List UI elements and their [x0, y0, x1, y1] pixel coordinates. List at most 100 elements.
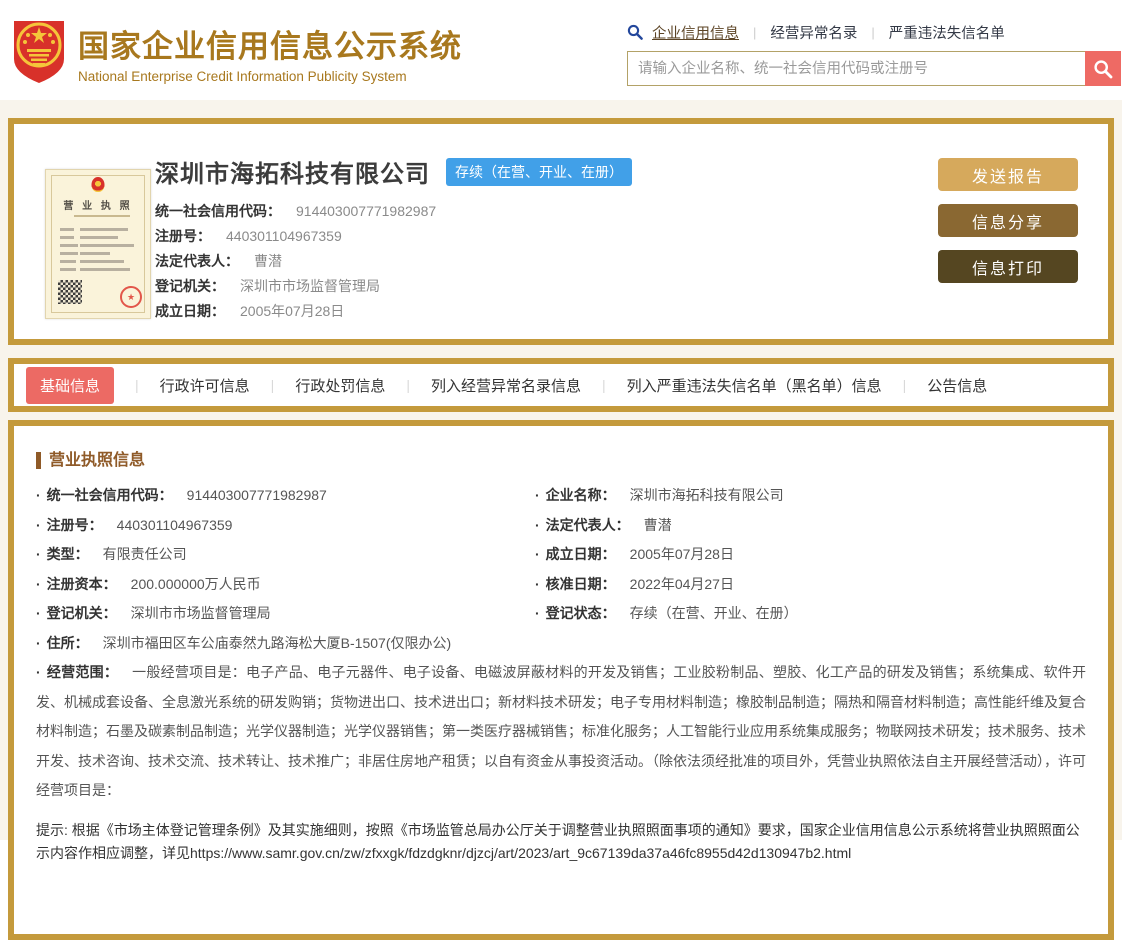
field-label: 统一社会信用代码： [46, 487, 173, 503]
nav-link-credit-info[interactable]: 企业信用信息 [652, 22, 739, 43]
detail-field-row: · 核准日期： 2022年04月27日 [535, 570, 1086, 600]
bullet: · [36, 605, 41, 621]
license-text-line [60, 236, 74, 239]
tab-separator: | [902, 377, 907, 393]
field-label: 登记机关： [46, 605, 117, 621]
send-report-button[interactable]: 发送报告 [938, 158, 1078, 191]
license-qr-code [58, 280, 82, 304]
tab-admin-license[interactable]: 行政许可信息 [160, 375, 250, 396]
bullet: · [36, 546, 41, 562]
field-value: 曹潜 [643, 516, 672, 533]
field-label: 登记机关： [155, 278, 225, 294]
detail-field-row: · 登记状态： 存续（在营、开业、在册） [535, 599, 1086, 629]
share-info-button[interactable]: 信息分享 [938, 204, 1078, 237]
section-title: 营业执照信息 [36, 452, 145, 469]
license-text-line [80, 244, 134, 247]
field-label: 统一社会信用代码： [155, 203, 281, 219]
search-input[interactable] [627, 51, 1085, 86]
field-label: 成立日期： [545, 546, 616, 562]
field-label: 注册资本： [46, 575, 117, 592]
detail-field-row: · 类型： 有限责任公司 [36, 540, 535, 570]
license-text-line [80, 236, 118, 239]
license-text-line [80, 260, 124, 263]
detail-field-row: · 注册资本： 200.000000万人民币 [36, 570, 535, 600]
field-value: 2022年04月27日 [629, 575, 734, 592]
print-info-button[interactable]: 信息打印 [938, 250, 1078, 283]
field-label: 法定代表人： [545, 516, 630, 533]
field-value: 一般经营项目是：电子产品、电子元器件、电子设备、电磁波屏蔽材料的开发及销售；工业… [36, 664, 1087, 798]
field-label: 注册号： [46, 516, 103, 533]
license-text-line [80, 252, 110, 255]
detail-field-row: · 成立日期： 2005年07月28日 [535, 540, 1086, 570]
summary-field-row: 登记机关： 深圳市市场监督管理局 [155, 274, 632, 299]
bullet: · [36, 516, 41, 533]
field-value: 深圳市市场监督管理局 [240, 278, 380, 294]
nav-separator: | [871, 24, 875, 40]
bullet: · [535, 575, 540, 592]
field-value: 曹潜 [254, 253, 282, 269]
search-type-nav: 企业信用信息 | 经营异常名录 | 严重违法失信名单 [627, 22, 1121, 42]
site-subtitle: National Enterprise Credit Information P… [78, 69, 407, 84]
bullet: · [535, 546, 540, 562]
bullet: · [36, 634, 41, 651]
company-name: 深圳市海拓科技有限公司 [155, 161, 430, 188]
national-emblem-logo [10, 15, 68, 85]
search-icon [627, 24, 643, 40]
field-label: 注册号： [155, 228, 211, 244]
field-label: 法定代表人： [155, 253, 239, 269]
license-text-line [80, 228, 128, 231]
field-value: 深圳市海拓科技有限公司 [629, 487, 784, 503]
bullet: · [535, 487, 540, 503]
field-value: 存续（在营、开业、在册） [629, 605, 798, 621]
tab-blacklist[interactable]: 列入严重违法失信名单（黑名单）信息 [627, 375, 882, 396]
field-value: 440301104967359 [116, 516, 233, 533]
site-header: 国家企业信用信息公示系统 National Enterprise Credit … [0, 0, 1122, 100]
bullet: · [36, 487, 41, 503]
license-text-line [80, 268, 130, 271]
page-body: 营 业 执 照 ★ 深圳市海拓科技有限公司 存续（在营、开业、在册） 统一社会信… [0, 100, 1122, 940]
detail-field-row: · 注册号： 440301104967359 [36, 511, 535, 541]
nav-link-illegal-list[interactable]: 严重违法失信名单 [889, 22, 1005, 43]
tab-admin-penalty[interactable]: 行政处罚信息 [295, 375, 385, 396]
notice-text: 提示: 根据《市场主体登记管理条例》及其实施细则，按照《市场监管总局办公厅关于调… [36, 821, 1080, 862]
bullet: · [36, 664, 41, 680]
company-summary-card: 营 业 执 照 ★ 深圳市海拓科技有限公司 存续（在营、开业、在册） 统一社会信… [8, 118, 1114, 345]
field-value: 914403007771982987 [186, 487, 327, 503]
field-label: 成立日期： [155, 303, 225, 319]
field-value: 2005年07月28日 [240, 303, 345, 319]
site-title: 国家企业信用信息公示系统 [78, 29, 462, 64]
detail-field-row: · 法定代表人： 曹潜 [535, 511, 1086, 541]
business-license-image[interactable]: 营 业 执 照 ★ [45, 169, 151, 319]
search-button[interactable] [1085, 51, 1121, 86]
business-scope-row: · 经营范围： 一般经营项目是：电子产品、电子元器件、电子设备、电磁波屏蔽材料的开发… [36, 658, 1086, 806]
tab-bar: 基础信息 | 行政许可信息 | 行政处罚信息 | 列入经营异常名录信息 | 列入… [8, 358, 1114, 412]
detail-field-row: · 统一社会信用代码： 914403007771982987 [36, 481, 535, 511]
license-subtitle-line [74, 215, 130, 217]
tab-basic-info[interactable]: 基础信息 [26, 366, 115, 404]
field-label: 核准日期： [545, 575, 616, 592]
field-value: 2005年07月28日 [629, 546, 734, 562]
field-value: 有限责任公司 [102, 546, 187, 562]
license-info-card: 营业执照信息 · 统一社会信用代码： 914403007771982987 · 注册号… [8, 420, 1114, 940]
license-text-line [60, 268, 76, 271]
tab-abnormal-list[interactable]: 列入经营异常名录信息 [431, 375, 581, 396]
license-title: 营 业 执 照 [63, 201, 133, 212]
field-value: 914403007771982987 [296, 203, 437, 219]
tab-announcement[interactable]: 公告信息 [927, 375, 987, 396]
field-label: 登记状态： [545, 605, 616, 621]
nav-separator: | [753, 24, 757, 40]
summary-field-row: 成立日期： 2005年07月28日 [155, 299, 632, 324]
summary-field-row: 注册号： 440301104967359 [155, 224, 632, 249]
license-emblem-icon [91, 177, 105, 192]
field-label: 类型： [46, 546, 89, 562]
field-value: 440301104967359 [226, 228, 342, 244]
license-red-seal: ★ [120, 286, 142, 308]
nav-link-abnormal-list[interactable]: 经营异常名录 [770, 22, 857, 43]
bullet: · [535, 516, 540, 533]
detail-field-row: · 登记机关： 深圳市市场监督管理局 [36, 599, 535, 629]
summary-field-row: 法定代表人： 曹潜 [155, 249, 632, 274]
license-text-line [60, 244, 78, 247]
field-value: 深圳市市场监督管理局 [130, 605, 271, 621]
tab-separator: | [601, 377, 606, 393]
license-text-line [60, 252, 78, 255]
